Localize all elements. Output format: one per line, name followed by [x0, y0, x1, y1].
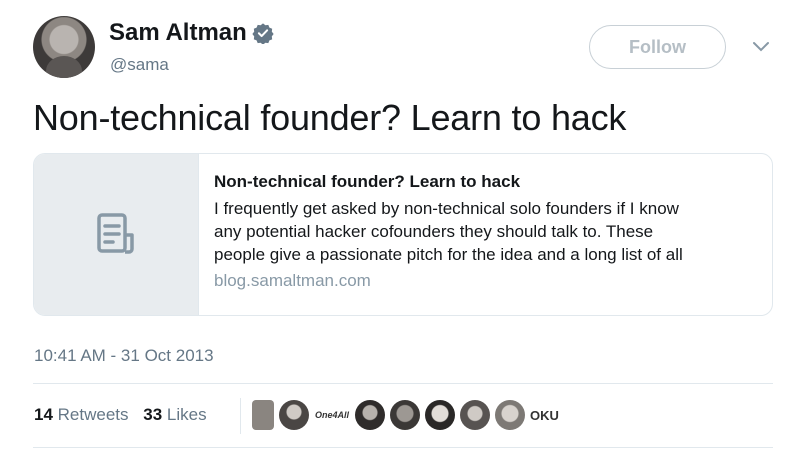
stats-separator: [240, 398, 241, 434]
divider: [33, 447, 773, 448]
liker-avatar[interactable]: [460, 400, 490, 430]
author-avatar[interactable]: [33, 16, 95, 78]
verified-badge-icon: [252, 23, 274, 44]
liker-avatar-logo[interactable]: One4All: [314, 400, 350, 430]
card-body: Non-technical founder? Learn to hack I f…: [199, 154, 683, 315]
card-description-line: any potential hacker cofounders they sho…: [214, 222, 654, 241]
likes-label: Likes: [166, 405, 207, 424]
follow-button[interactable]: Follow: [589, 25, 726, 69]
liker-avatar[interactable]: [355, 400, 385, 430]
divider: [33, 383, 773, 384]
liker-avatar-oku[interactable]: OKU: [530, 400, 570, 430]
likes-stat[interactable]: 33 Likes: [143, 405, 206, 424]
link-preview-card[interactable]: Non-technical founder? Learn to hack I f…: [33, 153, 773, 316]
card-description-line: I frequently get asked by non-technical …: [214, 199, 679, 218]
retweets-count: 14: [34, 405, 53, 424]
card-description-line: people give a passionate pitch for the i…: [214, 245, 683, 264]
liker-avatar[interactable]: [252, 400, 274, 430]
author-name[interactable]: Sam Altman: [109, 19, 247, 47]
tweet-timestamp[interactable]: 10:41 AM - 31 Oct 2013: [34, 346, 214, 366]
liker-avatar[interactable]: [390, 400, 420, 430]
author-handle[interactable]: @sama: [110, 55, 169, 75]
chevron-down-icon[interactable]: [751, 40, 771, 54]
retweets-label: Retweets: [57, 405, 129, 424]
card-description: I frequently get asked by non-technical …: [214, 197, 683, 266]
card-thumbnail: [34, 154, 199, 315]
retweets-stat[interactable]: 14 Retweets: [34, 405, 129, 424]
tweet-text: Non-technical founder? Learn to hack: [33, 97, 627, 138]
liker-facepile: One4All OKU: [252, 400, 570, 430]
liker-avatar[interactable]: [279, 400, 309, 430]
liker-avatar[interactable]: [425, 400, 455, 430]
document-icon: [97, 212, 134, 254]
card-title: Non-technical founder? Learn to hack: [214, 172, 521, 191]
likes-count: 33: [143, 405, 163, 424]
liker-avatar[interactable]: [495, 400, 525, 430]
tweet-stats: 14 Retweets 33 Likes: [34, 405, 207, 425]
card-domain: blog.samaltman.com: [214, 271, 371, 290]
